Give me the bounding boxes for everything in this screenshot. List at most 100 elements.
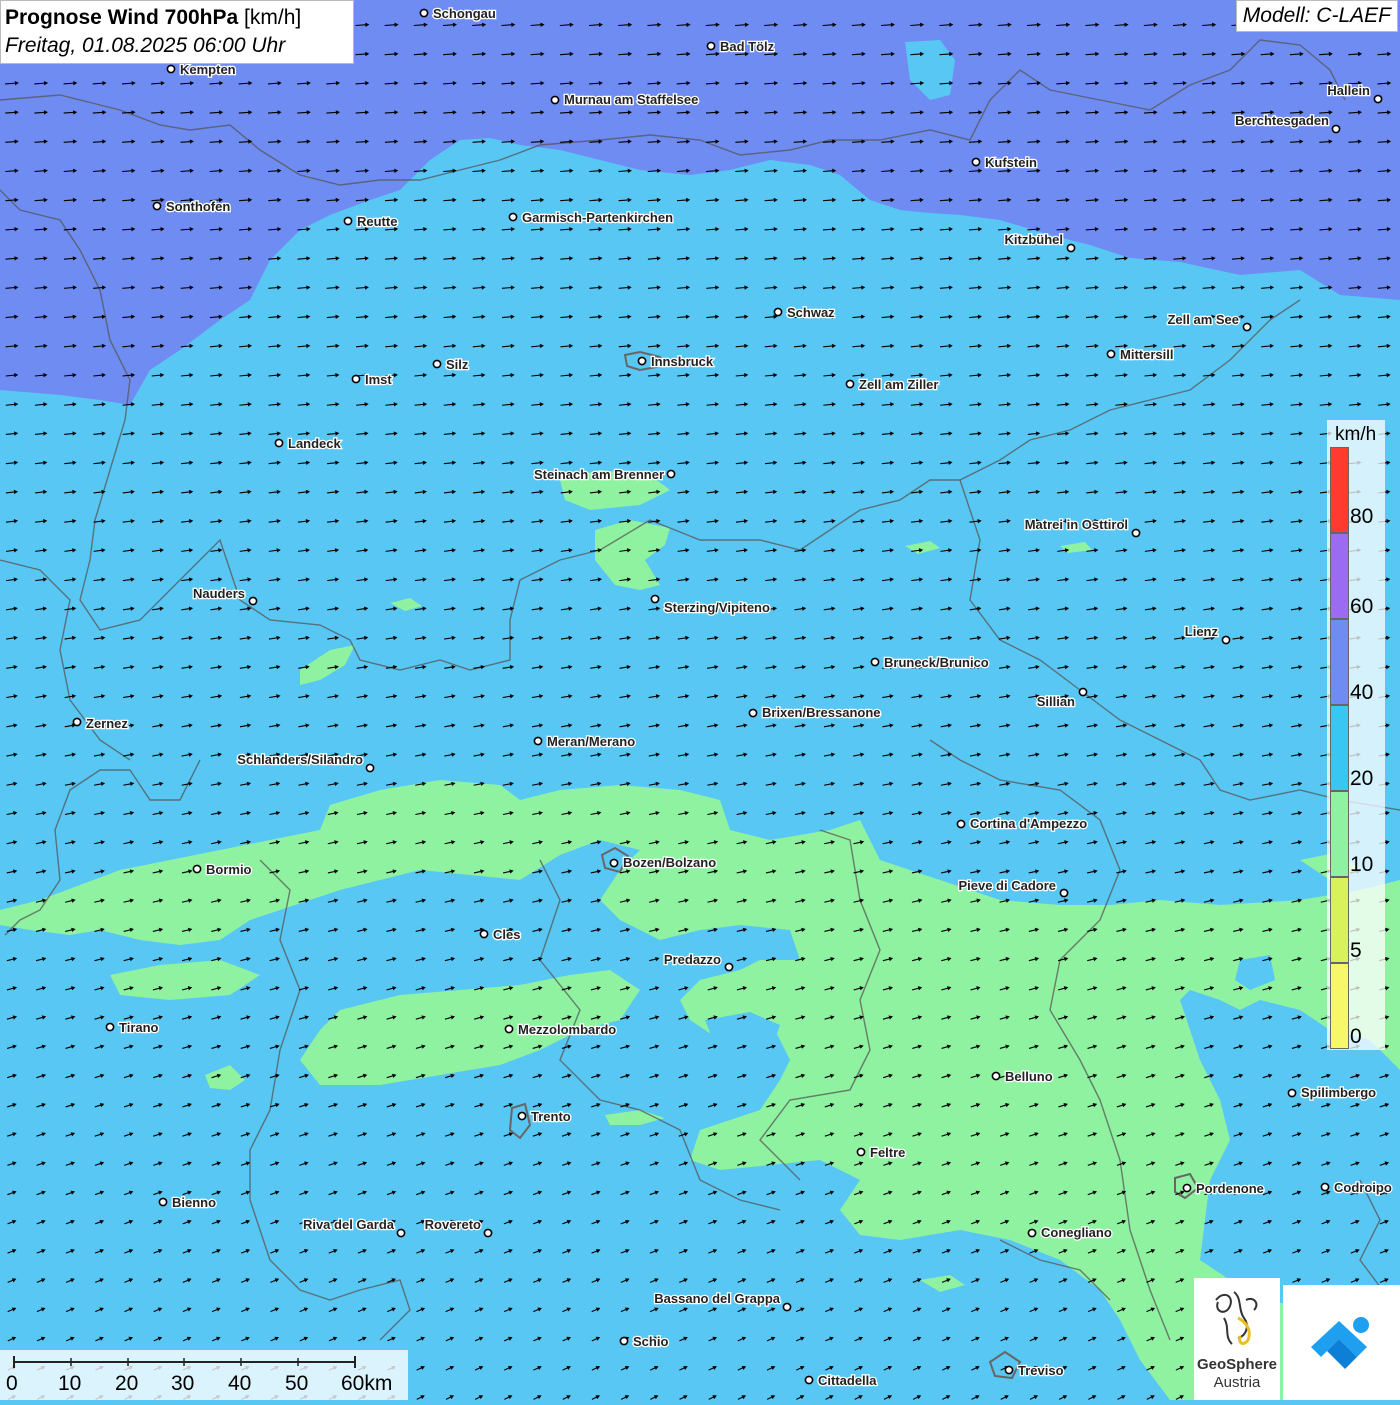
city-label: Sonthofen [166, 199, 230, 214]
city-marker: Zell am Ziller [845, 376, 940, 393]
city-dot [637, 356, 647, 366]
city-label: Zell am See [1167, 312, 1239, 327]
city-dot [1331, 124, 1341, 134]
city-dot [1182, 1183, 1192, 1193]
city-label: Cortina d'Ampezzo [970, 816, 1087, 831]
title-unit: [km/h] [244, 6, 302, 29]
city-dot [1027, 1228, 1037, 1238]
legend-color-bar [1330, 447, 1349, 1049]
city-dot [419, 8, 429, 18]
city-dot [479, 929, 489, 939]
city-dot [192, 864, 202, 874]
city-dot [956, 819, 966, 829]
city-dot [748, 708, 758, 718]
city-label: Matrei in Osttirol [1025, 517, 1128, 532]
city-label: Bormio [206, 862, 252, 877]
city-dot [706, 41, 716, 51]
city-label: Kufstein [985, 155, 1037, 170]
legend-color-segment [1330, 619, 1349, 705]
geosphere-logo-name: GeoSphere [1196, 1356, 1278, 1373]
city-label: Bad Tölz [720, 39, 775, 54]
legend-tick-60: 60 [1350, 595, 1374, 618]
city-dot [1078, 687, 1088, 697]
legend-color-segment [1330, 963, 1349, 1049]
city-dot [1287, 1088, 1297, 1098]
city-label: Silz [446, 357, 469, 372]
city-label: Schongau [433, 6, 496, 21]
legend-tick-40: 40 [1350, 681, 1374, 704]
city-dot [365, 763, 375, 773]
city-label: Treviso [1018, 1363, 1064, 1378]
city-dot [1221, 635, 1231, 645]
city-label: Imst [365, 372, 392, 387]
city-marker: Meran/Merano [533, 733, 636, 750]
city-dot [158, 1197, 168, 1207]
city-label: Zernez [86, 716, 128, 731]
city-label: Bruneck/Brunico [884, 655, 989, 670]
city-label: Bozen/Bolzano [623, 855, 716, 870]
app-logo [1283, 1285, 1400, 1400]
city-dot [1320, 1182, 1330, 1192]
legend-tick-20: 20 [1350, 767, 1374, 790]
city-label: Spilimbergo [1301, 1085, 1376, 1100]
city-label: Tirano [119, 1020, 159, 1035]
title-box: Prognose Wind 700hPa [km/h] Freitag, 01.… [0, 0, 354, 64]
city-label: Kitzbühel [1005, 232, 1064, 247]
city-label: Kempten [180, 62, 236, 77]
scale-label-20: 20 [115, 1372, 139, 1395]
geosphere-logo-country: Austria [1213, 1374, 1261, 1391]
legend-tick-80: 80 [1350, 505, 1374, 528]
city-marker: Conegliano [1027, 1224, 1113, 1241]
city-dot [343, 216, 353, 226]
legend-tick-0: 0 [1350, 1025, 1362, 1048]
map-title: Prognose Wind 700hPa [km/h] [5, 4, 349, 32]
city-label: Innsbruck [651, 354, 714, 369]
city-label: Feltre [870, 1145, 905, 1160]
geosphere-logo-icon [1215, 1291, 1258, 1345]
city-marker: Cortina d'Ampezzo [956, 815, 1089, 832]
model-label: Modell: C-LAEF [1235, 0, 1398, 32]
scale-label-10: 10 [58, 1372, 82, 1395]
city-marker: Mezzolombardo [504, 1021, 618, 1038]
city-marker: Murnau am Staffelsee [550, 91, 700, 108]
city-label: Meran/Merano [547, 734, 635, 749]
city-label: Cittadella [818, 1373, 877, 1388]
city-dot [804, 1375, 814, 1385]
city-dot [351, 374, 361, 384]
city-label: Murnau am Staffelsee [564, 92, 698, 107]
city-label: Nauders [193, 586, 245, 601]
city-dot [166, 64, 176, 74]
city-label: Hallein [1327, 83, 1370, 98]
legend-tick-10: 10 [1350, 853, 1374, 876]
legend-color-segment [1330, 877, 1349, 963]
city-label: Trento [531, 1109, 571, 1124]
city-dot [724, 962, 734, 972]
scale-label-50: 50 [285, 1372, 309, 1395]
city-dot [619, 1336, 629, 1346]
city-dot [248, 596, 258, 606]
city-marker: Garmisch-Partenkirchen [508, 209, 674, 226]
city-label: Lienz [1185, 624, 1219, 639]
wind-map: Schongau Bad Tölz Kempten Murnau am Staffel… [0, 0, 1400, 1400]
city-label: Sillian [1037, 694, 1075, 709]
city-marker: Brixen/Bressanone [748, 704, 882, 721]
city-dot [105, 1022, 115, 1032]
city-marker: Pordenone [1182, 1180, 1265, 1197]
city-dot [483, 1228, 493, 1238]
city-dot [782, 1302, 792, 1312]
city-label: Zell am Ziller [859, 377, 938, 392]
city-dot [856, 1147, 866, 1157]
city-label: Pieve di Cadore [958, 878, 1056, 893]
geosphere-logo: GeoSphere Austria [1194, 1278, 1280, 1400]
city-dot [517, 1111, 527, 1121]
city-label: Sterzing/Vipiteno [664, 600, 770, 615]
app-logo-icon [1311, 1317, 1369, 1369]
city-marker: Bozen/Bolzano [609, 854, 718, 871]
city-label: Rovereto [425, 1217, 481, 1232]
city-dot [533, 736, 543, 746]
city-dot [1242, 322, 1252, 332]
scale-label-30: 30 [171, 1372, 195, 1395]
color-legend: km/h 80 60 40 20 10 5 0 [1327, 420, 1385, 1050]
city-label: Codroipo [1334, 1180, 1392, 1195]
city-marker: Bruneck/Brunico [870, 654, 990, 671]
